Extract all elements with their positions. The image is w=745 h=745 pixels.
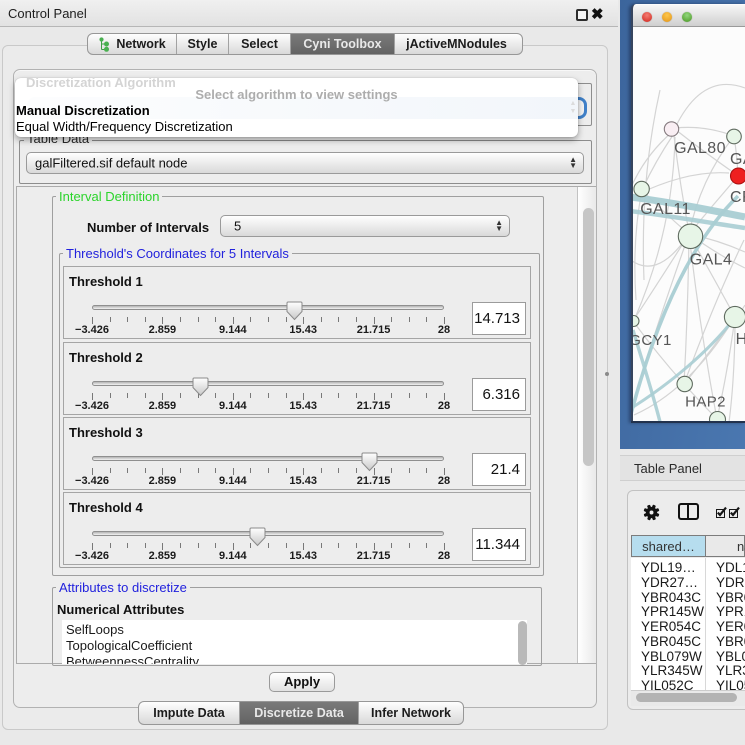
svg-text:GCY1: GCY1 xyxy=(629,332,671,349)
svg-text:HAP2: HAP2 xyxy=(685,393,726,410)
svg-text:GAL11: GAL11 xyxy=(640,201,691,218)
svg-text:GAL4: GAL4 xyxy=(690,251,733,268)
svg-text:CR: CR xyxy=(730,189,745,206)
svg-text:GAL80: GAL80 xyxy=(674,140,726,157)
svg-text:HI: HI xyxy=(736,331,745,348)
svg-text:GA: GA xyxy=(730,151,745,168)
